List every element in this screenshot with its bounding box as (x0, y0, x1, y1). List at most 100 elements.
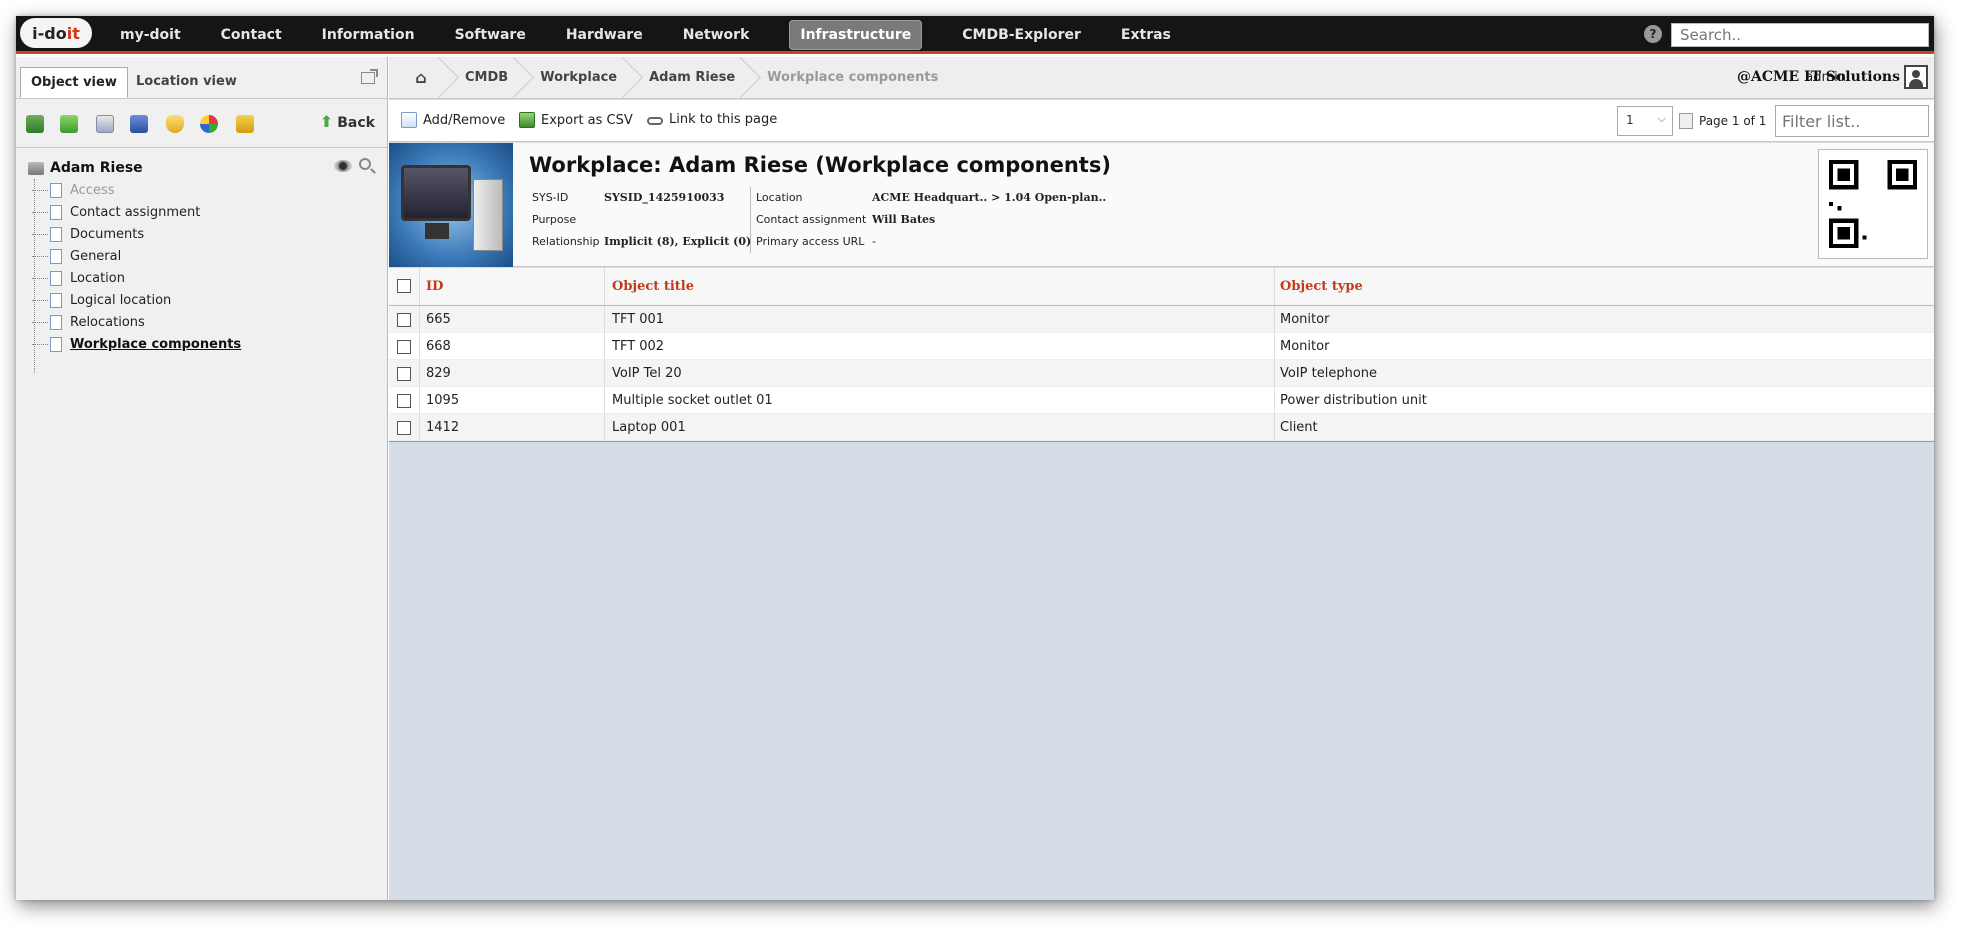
column-separator (419, 268, 420, 305)
nav-item-infrastructure[interactable]: Infrastructure (769, 16, 942, 54)
breadcrumb-item-workplace[interactable]: Workplace (522, 57, 631, 99)
app-window: i-do it my-doit Contact Information Software… (16, 16, 1934, 900)
table-row[interactable]: 665 TFT 001 Monitor (389, 306, 1934, 333)
table-row[interactable]: 668 TFT 002 Monitor (389, 333, 1934, 360)
monitor-shape (401, 165, 471, 221)
eye-icon[interactable] (334, 160, 352, 172)
nav-item-network[interactable]: Network (663, 16, 770, 54)
link-button[interactable]: Link to this page (647, 112, 777, 127)
help-icon[interactable]: ? (1644, 25, 1662, 43)
column-separator (419, 360, 420, 386)
qr-code-icon[interactable] (1818, 149, 1928, 259)
tree-item-documents[interactable]: Documents (32, 223, 144, 245)
cell-object-title[interactable]: Laptop 001 (612, 414, 686, 441)
pie-chart-icon[interactable] (200, 115, 218, 133)
back-button[interactable]: ⬆ Back (320, 112, 375, 131)
column-header-id[interactable]: ID (426, 268, 443, 306)
row-checkbox[interactable] (397, 313, 411, 327)
qr-module (1862, 235, 1867, 240)
column-header-object-title[interactable]: Object title (612, 268, 694, 306)
cell-object-title[interactable]: VoIP Tel 20 (612, 360, 682, 387)
breadcrumb: ⌂ CMDB Workplace Adam Riese Workplace compo… (389, 57, 952, 99)
shield-icon[interactable] (166, 115, 184, 133)
relationship-value[interactable]: Implicit (8), Explicit (0) (604, 235, 751, 248)
logo-text-accent: it (66, 23, 80, 43)
tab-location-view[interactable]: Location view (126, 67, 247, 98)
tree-root[interactable]: Adam Riese (28, 157, 143, 179)
breadcrumb-item-cmdb[interactable]: CMDB (447, 57, 522, 99)
row-checkbox[interactable] (397, 394, 411, 408)
user-avatar-icon[interactable] (1904, 65, 1928, 89)
qr-module (1896, 168, 1909, 181)
table-row[interactable]: 1412 Laptop 001 Client (389, 414, 1934, 441)
select-all-checkbox[interactable] (397, 279, 411, 293)
nav-item-extras[interactable]: Extras (1101, 16, 1191, 54)
cell-object-type: VoIP telephone (1280, 366, 1378, 381)
qr-module (1837, 227, 1850, 240)
chevron-down-icon: ⌵ (1657, 112, 1666, 125)
document-icon (50, 336, 62, 352)
table-row[interactable]: 829 VoIP Tel 20 VoIP telephone (389, 360, 1934, 387)
popout-icon[interactable] (361, 69, 378, 84)
cell-id: 1095 (426, 393, 460, 408)
column-separator (604, 360, 605, 386)
primary-access-url-label: Primary access URL (756, 235, 865, 248)
add-remove-button[interactable]: Add/Remove (401, 112, 505, 128)
contact-assignment-value[interactable]: Will Bates (872, 213, 935, 226)
expand-icon[interactable] (60, 115, 78, 133)
book-icon[interactable] (130, 115, 148, 133)
view-tabs: Object view Location view (16, 57, 387, 99)
calendar-icon[interactable] (96, 115, 114, 133)
document-icon (50, 226, 62, 242)
row-checkbox[interactable] (397, 421, 411, 435)
breadcrumb-home[interactable]: ⌂ (389, 57, 447, 99)
workplace-icon (28, 161, 44, 175)
i-doit-logo[interactable]: i-do it (20, 18, 92, 48)
tree-item-logical-location[interactable]: Logical location (32, 289, 171, 311)
tab-object-view[interactable]: Object view (20, 67, 128, 98)
breadcrumb-item-adam-riese[interactable]: Adam Riese (631, 57, 749, 99)
tree-connector (32, 343, 48, 345)
tree-item-label: Logical location (70, 292, 172, 308)
sysid-value: SYSID_1425910033 (604, 191, 725, 204)
monitor-stand-shape (425, 223, 449, 239)
page-select[interactable]: 1 ⌵ (1617, 106, 1673, 136)
column-header-object-type[interactable]: Object type (1280, 268, 1363, 306)
nav-item-information[interactable]: Information (302, 16, 435, 54)
tree-search-icon[interactable] (359, 158, 371, 170)
nav-item-cmdb-explorer[interactable]: CMDB-Explorer (942, 16, 1101, 54)
tree-item-general[interactable]: General (32, 245, 121, 267)
tree-item-label: General (70, 248, 122, 264)
nav-item-label: Hardware (565, 27, 643, 43)
link-icon (647, 116, 663, 125)
logo-text: i-do (32, 23, 67, 43)
hierarchy-icon[interactable] (26, 115, 44, 133)
tree-item-workplace-components[interactable]: Workplace components (32, 333, 241, 355)
cell-object-title[interactable]: TFT 001 (612, 306, 664, 333)
tree-item-location[interactable]: Location (32, 267, 125, 289)
nav-item-my-doit[interactable]: my-doit (100, 16, 201, 54)
cell-object-title[interactable]: TFT 002 (612, 333, 664, 360)
cell-object-title[interactable]: Multiple socket outlet 01 (612, 387, 773, 414)
document-icon (50, 204, 62, 220)
tree-item-access[interactable]: Access (32, 179, 115, 201)
location-label: Location (756, 191, 803, 204)
table-body: 665 TFT 001 Monitor 668 TFT 002 Monitor 829 VoI… (389, 306, 1934, 441)
location-value[interactable]: ACME Headquart.. > 1.04 Open-plan.. (872, 191, 1106, 204)
search-input[interactable] (1671, 23, 1929, 47)
nav-item-label: Contact (220, 27, 282, 43)
nav-item-hardware[interactable]: Hardware (546, 16, 663, 54)
row-checkbox[interactable] (397, 367, 411, 381)
left-panel: Object view Location view ⬆ Back Adam Rie… (16, 57, 388, 900)
tree-item-contact-assignment[interactable]: Contact assignment (32, 201, 200, 223)
column-separator (1274, 268, 1275, 305)
lock-icon[interactable] (236, 115, 254, 133)
export-csv-button[interactable]: Export as CSV (519, 112, 633, 128)
row-checkbox[interactable] (397, 340, 411, 354)
table-row[interactable]: 1095 Multiple socket outlet 01 Power distr… (389, 387, 1934, 414)
tenant-name[interactable]: @ACME IT Solutions (1737, 69, 1900, 85)
nav-item-contact[interactable]: Contact (201, 16, 302, 54)
filter-input[interactable] (1775, 105, 1929, 137)
tree-item-relocations[interactable]: Relocations (32, 311, 145, 333)
nav-item-software[interactable]: Software (435, 16, 546, 54)
